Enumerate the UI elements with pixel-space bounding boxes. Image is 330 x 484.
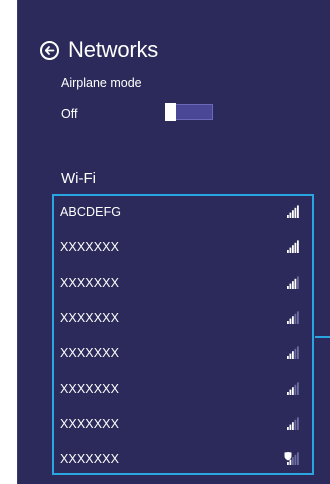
network-item[interactable]: XXXXXXX (60, 448, 300, 470)
wifi-signal-icon (287, 382, 299, 395)
network-item[interactable]: XXXXXXX (60, 413, 300, 435)
network-name: XXXXXXX (60, 452, 120, 466)
network-name: ABCDEFG (60, 205, 122, 219)
wifi-signal-icon (287, 311, 299, 324)
network-name: XXXXXXX (60, 276, 120, 290)
network-item[interactable]: XXXXXXX (60, 272, 300, 294)
network-item[interactable]: XXXXXXX (60, 342, 300, 364)
airplane-mode-label: Airplane mode (61, 76, 142, 90)
page-title: Networks (68, 37, 159, 62)
wifi-signal-icon (287, 417, 299, 430)
network-item[interactable]: XXXXXXX (60, 378, 300, 400)
back-arrow-icon[interactable] (40, 40, 59, 60)
toggle-thumb[interactable] (165, 103, 176, 121)
network-item[interactable]: XXXXXXX (60, 236, 300, 258)
airplane-mode-toggle[interactable] (165, 103, 213, 121)
wifi-signal-icon (287, 276, 299, 289)
wifi-signal-icon (287, 205, 299, 218)
wifi-signal-icon (287, 240, 299, 253)
panel-header: Networks (40, 37, 158, 63)
network-item[interactable]: XXXXXXX (60, 307, 300, 329)
secured-wifi-signal-icon (284, 452, 299, 465)
network-name: XXXXXXX (60, 240, 120, 254)
network-name: XXXXXXX (60, 311, 120, 325)
network-name: XXXXXXX (60, 346, 120, 360)
wifi-signal-icon (287, 346, 299, 359)
wifi-section-label: Wi-Fi (61, 170, 96, 187)
airplane-mode-state: Off (61, 107, 78, 121)
network-item[interactable]: ABCDEFG (60, 201, 300, 223)
network-name: XXXXXXX (60, 382, 120, 396)
network-name: XXXXXXX (60, 417, 120, 431)
